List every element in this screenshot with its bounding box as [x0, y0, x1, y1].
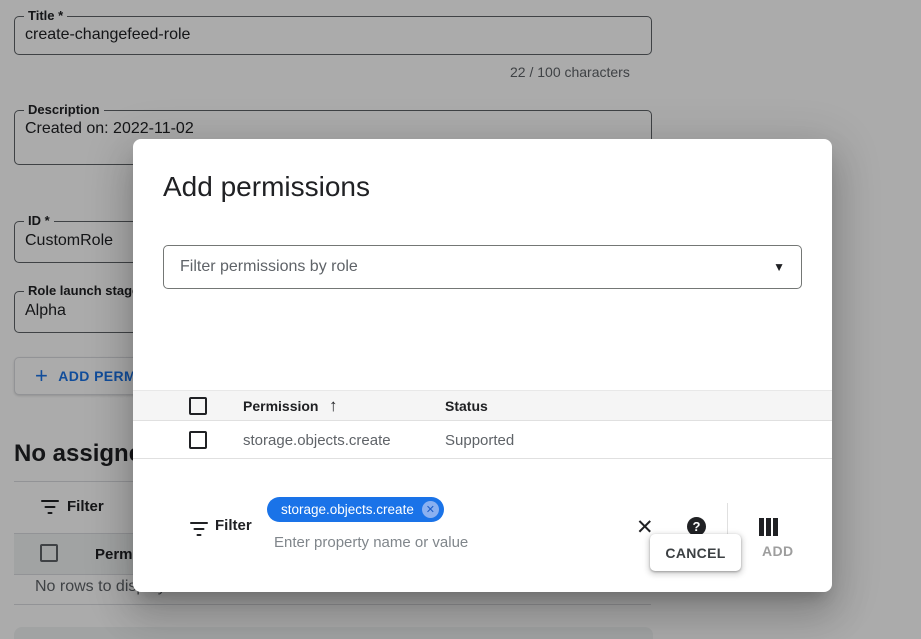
permission-column-header[interactable]: Permission [243, 398, 318, 414]
permissions-filter-toolbar: Filter storage.objects.create ✕ ✕ ? [133, 317, 832, 387]
chip-remove-icon[interactable]: ✕ [422, 501, 439, 518]
table-row[interactable]: storage.objects.create Supported [133, 422, 832, 459]
add-button[interactable]: ADD [762, 543, 794, 559]
status-column-header[interactable]: Status [445, 398, 488, 414]
chevron-down-icon: ▼ [773, 260, 785, 274]
filter-funnel-icon [189, 521, 208, 536]
row-status: Supported [445, 432, 514, 449]
column-display-icon[interactable] [759, 518, 778, 536]
permissions-table-header: Permission ↑ Status [133, 390, 832, 421]
filter-chip-label: storage.objects.create [281, 502, 414, 517]
filter-input[interactable] [274, 530, 594, 554]
filter-label: Filter [215, 517, 252, 534]
role-dropdown-placeholder: Filter permissions by role [180, 258, 358, 276]
row-checkbox[interactable] [189, 431, 207, 449]
row-permission: storage.objects.create [243, 432, 391, 449]
add-permissions-dialog: Add permissions Filter permissions by ro… [133, 139, 832, 592]
filter-chip[interactable]: storage.objects.create ✕ [267, 497, 444, 522]
select-all-checkbox[interactable] [189, 397, 207, 415]
filter-permissions-by-role-dropdown[interactable]: Filter permissions by role ▼ [163, 245, 802, 289]
cancel-button[interactable]: CANCEL [650, 534, 741, 571]
dialog-title: Add permissions [163, 171, 370, 203]
sort-ascending-icon[interactable]: ↑ [329, 396, 338, 416]
